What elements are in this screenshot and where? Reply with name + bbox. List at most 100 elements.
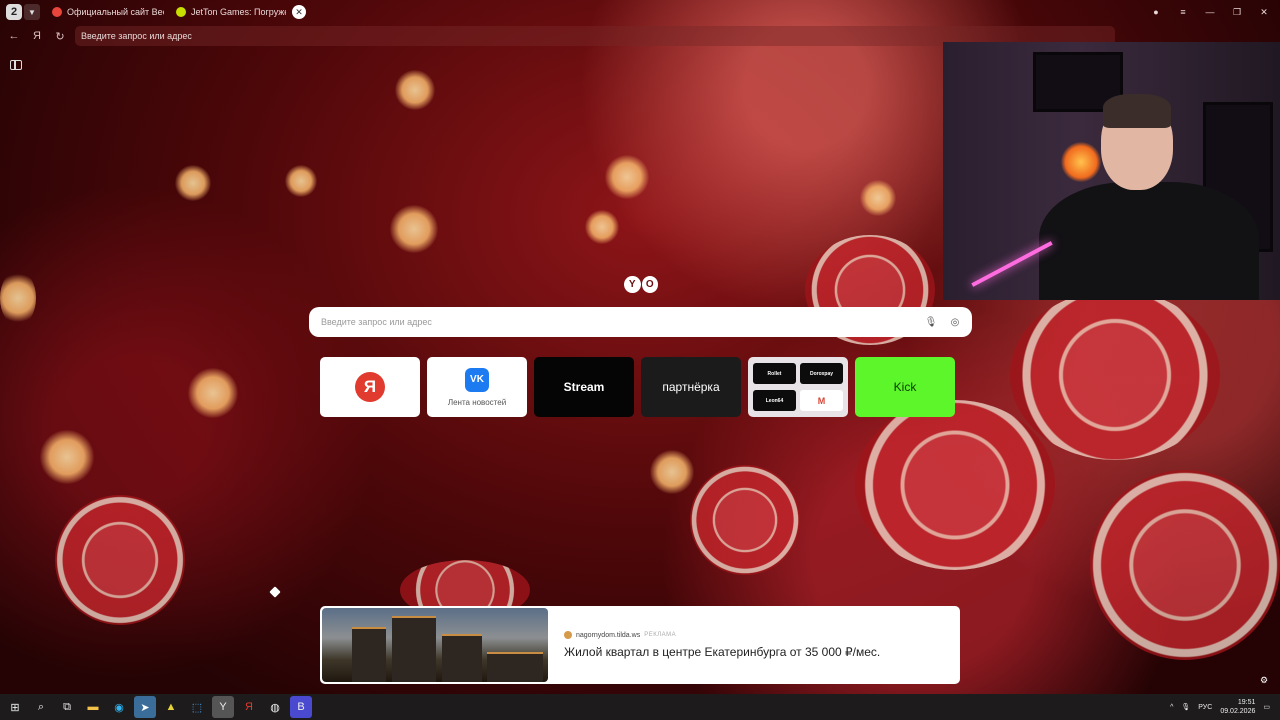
tab-count-button[interactable]: 2 <box>6 4 22 20</box>
building-decor <box>392 616 436 682</box>
bokeh-light <box>390 205 438 253</box>
profile-icon[interactable]: ● <box>1148 4 1164 20</box>
close-icon[interactable]: ✕ <box>292 5 306 19</box>
ad-banner[interactable]: nagornydom.tilda.ws РЕКЛАМА Жилой кварта… <box>320 606 960 684</box>
tab-count-label: 2 <box>10 6 18 18</box>
tile-vk-feed[interactable]: VK Лента новостей <box>427 357 527 417</box>
address-placeholder: Введите запрос или адрес <box>81 31 192 41</box>
tile-yandex[interactable]: Я <box>320 357 420 417</box>
bokeh-light <box>395 70 435 110</box>
bokeh-light <box>175 165 211 201</box>
favicon-icon <box>176 7 186 17</box>
tile-stream[interactable]: Stream <box>534 357 634 417</box>
ad-source-label: nagornydom.tilda.ws <box>576 631 641 639</box>
mini-tile[interactable]: Leon64 <box>753 390 796 411</box>
folder-icon[interactable]: ▬ <box>82 696 104 718</box>
telegram-icon[interactable]: ➤ <box>134 696 156 718</box>
obs-icon[interactable]: ◍ <box>264 696 286 718</box>
clock-time: 19:51 <box>1237 699 1256 706</box>
tab-jetton[interactable]: JetTon Games: Погружен <box>170 2 286 22</box>
sidebar-toggle-icon[interactable] <box>10 60 22 70</box>
back-icon[interactable]: ← <box>5 27 23 45</box>
search-icon[interactable]: ⌕ <box>30 696 52 718</box>
chevron-down-icon[interactable]: ▼ <box>24 4 40 20</box>
ad-image <box>322 608 548 682</box>
speed-dial: Я VK Лента новостей Stream партнёрка Rol… <box>320 357 955 417</box>
tile-label: Stream <box>563 380 605 394</box>
settings-sliders-icon[interactable]: ⚙ <box>1256 672 1272 688</box>
taskbar: ⊞ ⌕ ⧉ ▬ ◉ ➤ ▲ ⬚ Y Я ◍ B ^ 🎙 РУС 19:51 09… <box>0 694 1280 720</box>
yandex-home-icon[interactable]: Я <box>28 27 46 45</box>
bokeh-light <box>605 155 649 199</box>
yandex-logo: Y O <box>624 276 658 294</box>
gmail-icon[interactable]: M <box>800 390 843 411</box>
tile-kick[interactable]: Kick <box>855 357 955 417</box>
webcam-overlay <box>943 42 1280 300</box>
bokeh-light <box>0 270 36 326</box>
camera-search-icon[interactable]: ◎ <box>948 315 962 329</box>
casino-chip <box>1090 470 1280 660</box>
yandex-browser-icon[interactable]: Y <box>212 696 234 718</box>
bokeh-light <box>860 180 896 216</box>
fire-decor <box>1061 142 1101 182</box>
mini-tile[interactable]: Doroxpay <box>800 363 843 384</box>
tile-label: партнёрка <box>662 380 720 394</box>
yandex-icon: Я <box>355 372 385 402</box>
bokeh-light <box>585 210 619 244</box>
clock-date: 09.02.2026 <box>1220 708 1256 715</box>
maximize-icon[interactable]: ❐ <box>1229 4 1245 20</box>
screenshot-icon[interactable]: ⬚ <box>186 696 208 718</box>
edge-icon[interactable]: ◉ <box>108 696 130 718</box>
clock[interactable]: 19:51 09.02.2026 <box>1220 698 1255 716</box>
tile-label: Kick <box>893 380 917 394</box>
chevron-up-icon[interactable]: ^ <box>1170 704 1173 711</box>
ad-source: nagornydom.tilda.ws РЕКЛАМА <box>564 631 880 639</box>
reload-icon[interactable]: ↻ <box>51 27 69 45</box>
minimize-icon[interactable]: — <box>1202 4 1218 20</box>
bokeh-light <box>650 450 694 494</box>
casino-chip <box>1010 290 1220 460</box>
bokeh-light <box>188 368 238 418</box>
person-hair <box>1103 94 1171 128</box>
logo-letter: O <box>641 276 658 293</box>
mini-tile[interactable]: Rollet <box>753 363 796 384</box>
microphone-tray-icon[interactable]: 🎙 <box>1181 703 1190 711</box>
building-decor <box>442 634 482 682</box>
language-indicator[interactable]: РУС <box>1198 704 1212 711</box>
casino-chip <box>55 495 185 625</box>
favicon-icon <box>52 7 62 17</box>
bokeh-light <box>40 430 94 484</box>
tile-label: Лента новостей <box>447 397 507 407</box>
window-close-icon[interactable]: ✕ <box>1256 4 1272 20</box>
vk-letters: VK <box>470 374 484 385</box>
notifications-icon[interactable]: ▭ <box>1263 703 1270 711</box>
tile-partner[interactable]: партнёрка <box>641 357 741 417</box>
tab-title: JetTon Games: Погружен <box>191 7 286 17</box>
tab-bar: 2 ▼ Официальный сайт Beef JetTon Games: … <box>0 0 1280 24</box>
yandex-app-icon[interactable]: Я <box>238 696 260 718</box>
tab-beef[interactable]: Официальный сайт Beef <box>46 2 164 22</box>
system-tray: ^ 🎙 РУС 19:51 09.02.2026 ▭ <box>1170 694 1270 720</box>
casino-chip <box>690 465 800 575</box>
task-view-icon[interactable]: ⧉ <box>56 696 78 718</box>
building-decor <box>352 627 386 682</box>
vk-icon: VK <box>465 367 489 392</box>
person-body <box>1039 182 1259 300</box>
site-icon <box>564 631 572 639</box>
microphone-icon[interactable]: 🎙 <box>924 315 938 329</box>
casino-chip <box>855 400 1055 570</box>
menu-icon[interactable]: ≡ <box>1175 4 1191 20</box>
ad-tag: РЕКЛАМА <box>644 632 677 638</box>
tab-title: Официальный сайт Beef <box>67 7 164 17</box>
building-decor <box>487 652 543 682</box>
app-b-icon[interactable]: B <box>290 696 312 718</box>
tile-group[interactable]: Rollet Doroxpay Leon64 M <box>748 357 848 417</box>
search-box[interactable]: 🎙 ◎ <box>309 307 972 337</box>
yandex-letter: Я <box>363 377 377 396</box>
search-input[interactable] <box>321 317 924 327</box>
warning-app-icon[interactable]: ▲ <box>160 696 182 718</box>
bokeh-light <box>285 165 317 197</box>
ad-text: nagornydom.tilda.ws РЕКЛАМА Жилой кварта… <box>564 631 880 659</box>
windows-start-icon[interactable]: ⊞ <box>4 696 26 718</box>
ad-title: Жилой квартал в центре Екатеринбурга от … <box>564 645 881 659</box>
